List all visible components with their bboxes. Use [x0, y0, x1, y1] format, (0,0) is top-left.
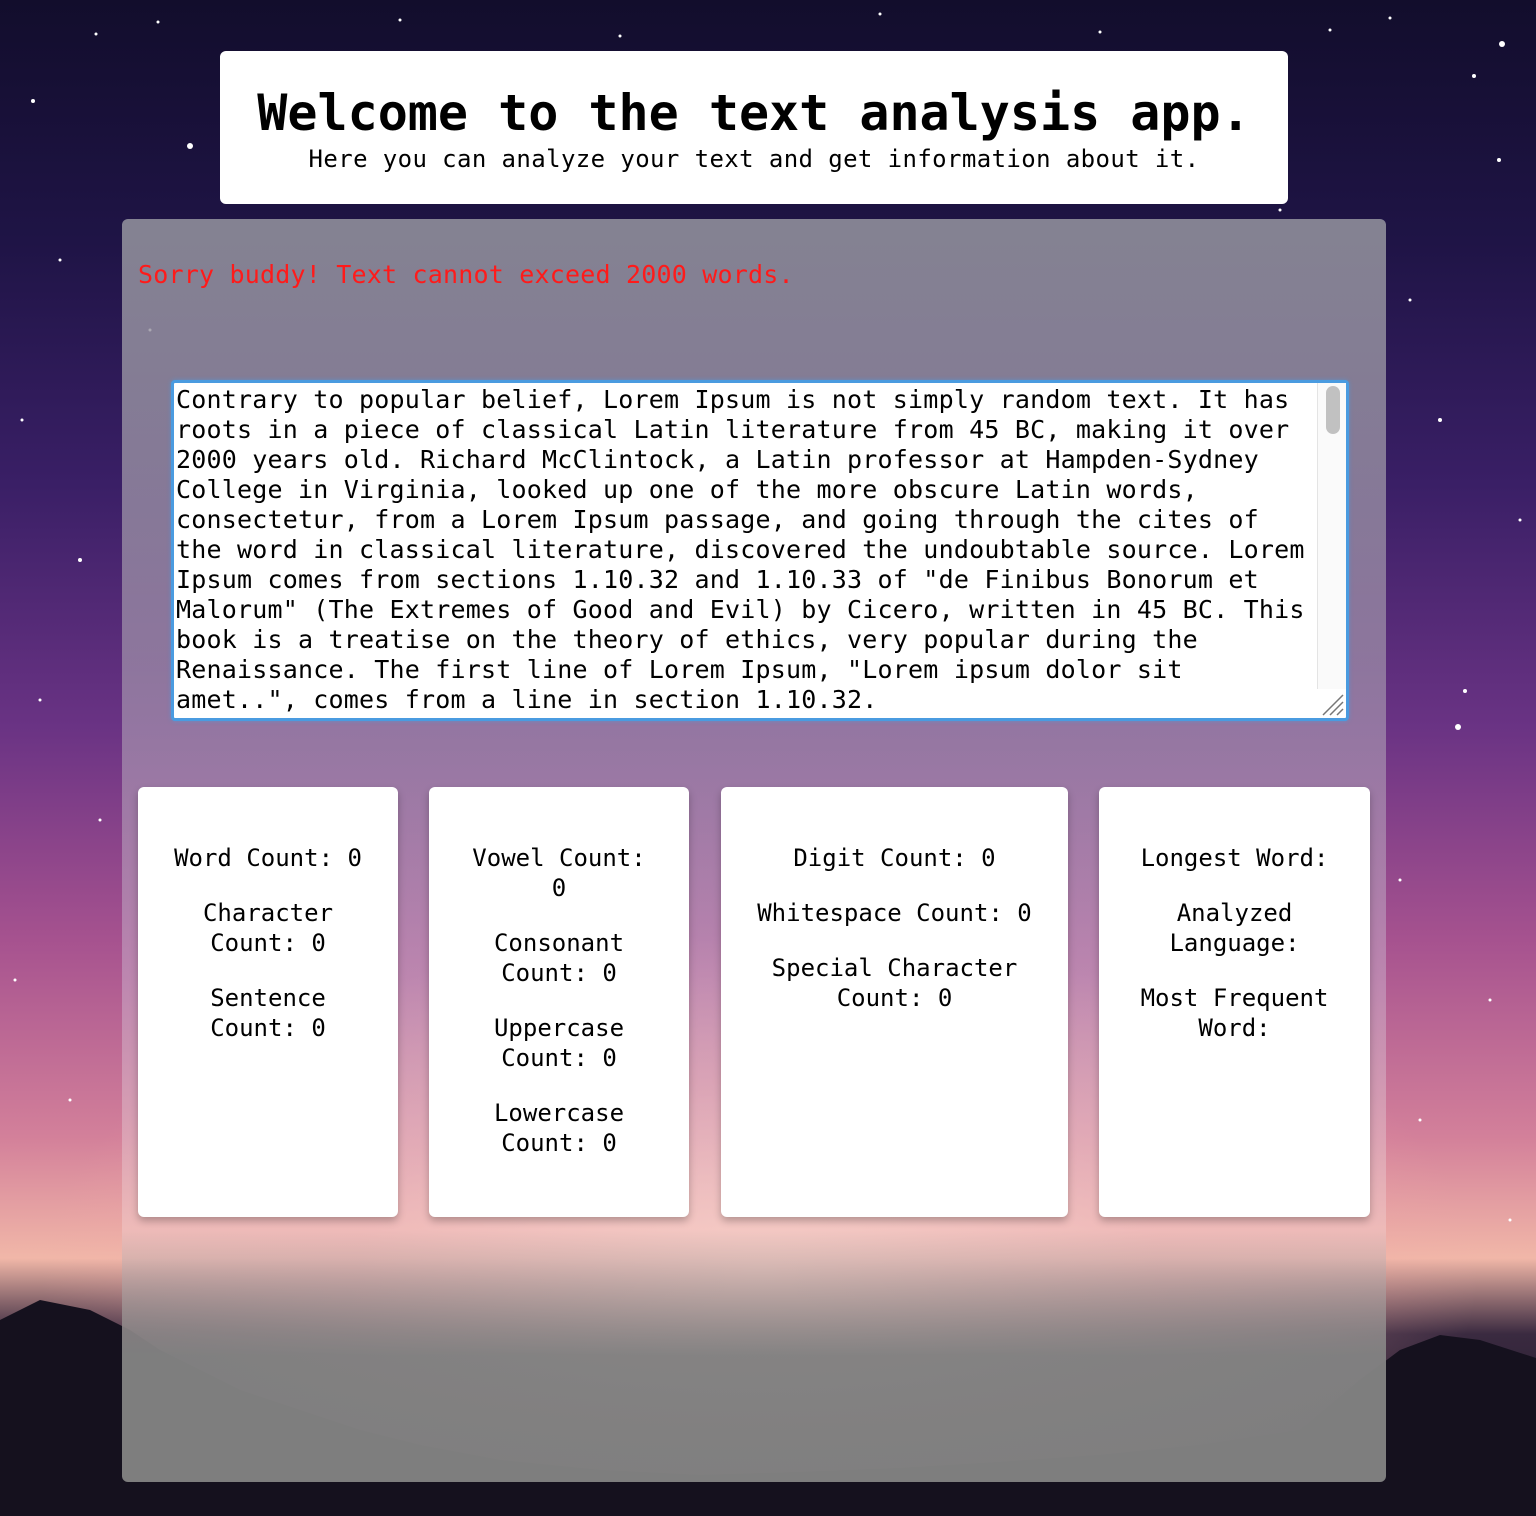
- most-frequent-word: Most Frequent Word:: [1140, 984, 1329, 1042]
- text-input-content[interactable]: Contrary to popular belief, Lorem Ipsum …: [176, 385, 1314, 715]
- longest-word: Longest Word:: [1140, 844, 1329, 872]
- lowercase-count: Lowercase Count: 0: [493, 1099, 625, 1157]
- analyzed-language: Analyzed Language:: [1169, 899, 1300, 957]
- main-panel: Sorry buddy! Text cannot exceed 2000 wor…: [122, 219, 1386, 1482]
- stats-card-characters: Digit Count: 0 Whitespace Count: 0 Speci…: [721, 787, 1068, 1217]
- header-card: Welcome to the text analysis app. Here y…: [220, 51, 1288, 204]
- sentence-count: Sentence Count: 0: [210, 984, 326, 1042]
- whitespace-count: Whitespace Count: 0: [757, 899, 1032, 927]
- textarea-scrollbar[interactable]: [1317, 383, 1346, 689]
- page-subtitle: Here you can analyze your text and get i…: [308, 145, 1200, 173]
- digit-count: Digit Count: 0: [793, 844, 996, 872]
- vowel-count: Vowel Count: 0: [472, 844, 646, 902]
- uppercase-count: Uppercase Count: 0: [493, 1014, 625, 1072]
- consonant-count: Consonant Count: 0: [493, 929, 625, 987]
- page-title: Welcome to the text analysis app.: [257, 84, 1251, 142]
- resize-handle-icon[interactable]: [1319, 691, 1345, 717]
- stats-card-counts: Word Count: 0 Character Count: 0 Sentenc…: [138, 787, 398, 1217]
- text-input-area[interactable]: Contrary to popular belief, Lorem Ipsum …: [171, 380, 1349, 721]
- special-character-count: Special Character Count: 0: [771, 954, 1018, 1012]
- scrollbar-thumb[interactable]: [1326, 386, 1340, 434]
- stats-card-letters: Vowel Count: 0 Consonant Count: 0 Upperc…: [429, 787, 689, 1217]
- word-count: Word Count: 0: [174, 844, 362, 872]
- error-message: Sorry buddy! Text cannot exceed 2000 wor…: [138, 260, 794, 289]
- stats-card-words: Longest Word: Analyzed Language: Most Fr…: [1099, 787, 1370, 1217]
- character-count: Character Count: 0: [202, 899, 334, 957]
